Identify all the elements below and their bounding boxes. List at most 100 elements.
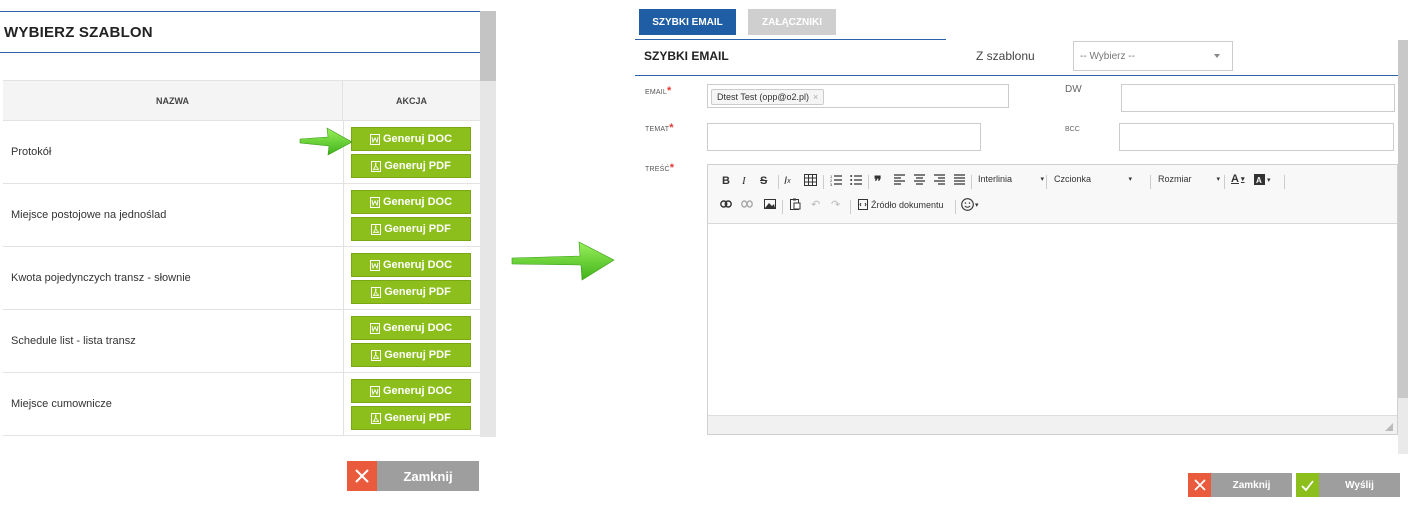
toolbar-separator	[868, 175, 869, 189]
blockquote-icon[interactable]: ❞	[874, 173, 882, 190]
chevron-down-icon: ▾	[1040, 176, 1044, 183]
toolbar-separator	[1150, 175, 1151, 189]
align-right-icon[interactable]	[934, 174, 945, 185]
toolbar-separator	[1224, 175, 1225, 189]
align-center-icon[interactable]	[914, 174, 925, 185]
subject-field[interactable]	[707, 123, 981, 151]
chevron-down-icon	[1214, 54, 1220, 58]
template-select-value: -- Wybierz --	[1080, 50, 1135, 62]
close-button[interactable]: Zamknij	[347, 461, 479, 491]
emoji-icon[interactable]: ▾	[961, 198, 979, 211]
generate-pdf-button[interactable]: Generuj PDF	[351, 154, 471, 178]
column-header-action: AKCJA	[395, 95, 427, 106]
bcc-label: BCC	[1065, 126, 1080, 133]
link-icon[interactable]	[720, 200, 732, 208]
resize-handle-icon[interactable]	[1385, 423, 1393, 431]
font-dropdown[interactable]: Czcionka ▾	[1054, 174, 1132, 184]
toolbar-separator	[1284, 175, 1285, 189]
toolbar-separator	[955, 200, 956, 214]
generate-pdf-button[interactable]: Generuj PDF	[351, 406, 471, 430]
pdf-file-icon	[371, 223, 382, 235]
email-recipient-tag[interactable]: Dtest Test (opp@o2.pl) ×	[711, 89, 825, 105]
doc-file-icon	[369, 259, 380, 271]
template-label: Z szablonu	[976, 49, 1035, 63]
rich-text-editor[interactable]: B I S Ix 123 ❞ Interlinia ▾ Czcionka ▾ R…	[707, 164, 1398, 435]
bold-icon[interactable]: B	[722, 175, 730, 187]
generate-doc-button[interactable]: Generuj DOC	[351, 253, 471, 277]
editor-toolbar: B I S Ix 123 ❞ Interlinia ▾ Czcionka ▾ R…	[708, 165, 1397, 224]
send-button[interactable]: Wyślij	[1296, 473, 1400, 497]
remove-format-icon[interactable]: Ix	[784, 175, 791, 187]
size-dropdown[interactable]: Rozmiar ▾	[1158, 174, 1220, 184]
toolbar-separator	[850, 200, 851, 214]
table-icon[interactable]	[804, 174, 817, 186]
generate-doc-button[interactable]: Generuj DOC	[351, 127, 471, 151]
table-row: Miejsce cumownicze Generuj DOC Generuj PDF	[3, 373, 480, 436]
toolbar-separator	[823, 175, 824, 189]
header-divider	[0, 11, 480, 12]
generate-pdf-button[interactable]: Generuj PDF	[351, 343, 471, 367]
source-button[interactable]: Źródło dokumentu	[858, 199, 944, 210]
action-cell: Generuj DOC Generuj PDF	[343, 121, 480, 183]
close-button[interactable]: Zamknij	[1188, 473, 1292, 497]
remove-tag-icon[interactable]: ×	[813, 92, 818, 102]
templates-table: NAZWA AKCJA Protokół Generuj DOC Generuj P…	[3, 80, 480, 436]
generate-doc-button[interactable]: Generuj DOC	[351, 379, 471, 403]
bcc-field[interactable]	[1119, 123, 1394, 151]
line-height-dropdown[interactable]: Interlinia ▾	[978, 174, 1044, 184]
column-header-name: NAZWA	[3, 81, 343, 120]
align-justify-icon[interactable]	[954, 174, 965, 185]
form-divider	[635, 75, 1398, 76]
generate-pdf-button[interactable]: Generuj PDF	[351, 280, 471, 304]
unlink-icon[interactable]	[741, 200, 753, 208]
chevron-down-icon: ▾	[1128, 176, 1132, 183]
close-button-label: Zamknij	[377, 461, 479, 491]
align-left-icon[interactable]	[894, 174, 905, 185]
check-icon	[1296, 473, 1319, 497]
redo-icon[interactable]: ↷	[831, 198, 840, 211]
email-field[interactable]: Dtest Test (opp@o2.pl) ×	[707, 84, 1009, 108]
pdf-file-icon	[371, 160, 382, 172]
action-cell: Generuj DOC Generuj PDF	[343, 373, 480, 435]
generate-doc-button[interactable]: Generuj DOC	[351, 316, 471, 340]
email-label: EMAIL*	[645, 85, 672, 97]
toolbar-separator	[782, 200, 783, 214]
table-header: NAZWA AKCJA	[3, 80, 480, 121]
text-color-icon[interactable]: A ▾	[1231, 173, 1244, 185]
scrollbar-thumb[interactable]	[480, 11, 496, 81]
template-name: Schedule list - lista transz	[11, 335, 136, 347]
table-row: Schedule list - lista transz Generuj DOC G…	[3, 310, 480, 373]
undo-icon[interactable]: ↶	[811, 198, 820, 211]
background-color-icon[interactable]: A ▾	[1254, 174, 1271, 185]
doc-file-icon	[369, 133, 380, 145]
strikethrough-icon[interactable]: S	[760, 175, 767, 187]
action-cell: Generuj DOC Generuj PDF	[343, 310, 480, 372]
toolbar-separator	[1046, 175, 1047, 189]
dw-field[interactable]	[1121, 84, 1395, 112]
generate-doc-button[interactable]: Generuj DOC	[351, 190, 471, 214]
image-icon[interactable]	[764, 199, 776, 209]
template-name: Miejsce cumownicze	[11, 398, 112, 410]
green-arrow-icon	[299, 127, 353, 156]
subject-label: TEMAT*	[645, 122, 674, 134]
scrollbar-thumb[interactable]	[1398, 40, 1408, 398]
template-name: Kwota pojedynczych transz - słownie	[11, 272, 191, 284]
table-row: Protokół Generuj DOC Generuj PDF	[3, 121, 480, 184]
tab-attachments[interactable]: ZAŁĄCZNIKI	[748, 9, 836, 35]
doc-file-icon	[369, 322, 380, 334]
form-title: SZYBKI EMAIL	[644, 49, 729, 63]
body-label: TREŚĆ*	[645, 162, 675, 174]
toolbar-separator	[971, 175, 972, 189]
tab-quick-email[interactable]: SZYBKI EMAIL	[639, 9, 736, 35]
template-name: Miejsce postojowe na jednoślad	[11, 209, 167, 221]
doc-file-icon	[369, 196, 380, 208]
action-cell: Generuj DOC Generuj PDF	[343, 247, 480, 309]
generate-pdf-button[interactable]: Generuj PDF	[351, 217, 471, 241]
panel-title: WYBIERZ SZABLON	[4, 24, 153, 41]
italic-icon[interactable]: I	[742, 175, 746, 187]
toolbar-separator	[778, 175, 779, 189]
bulleted-list-icon[interactable]	[850, 174, 862, 186]
template-select[interactable]: -- Wybierz --	[1073, 41, 1233, 71]
numbered-list-icon[interactable]: 123	[830, 174, 842, 186]
paste-icon[interactable]	[790, 198, 801, 210]
